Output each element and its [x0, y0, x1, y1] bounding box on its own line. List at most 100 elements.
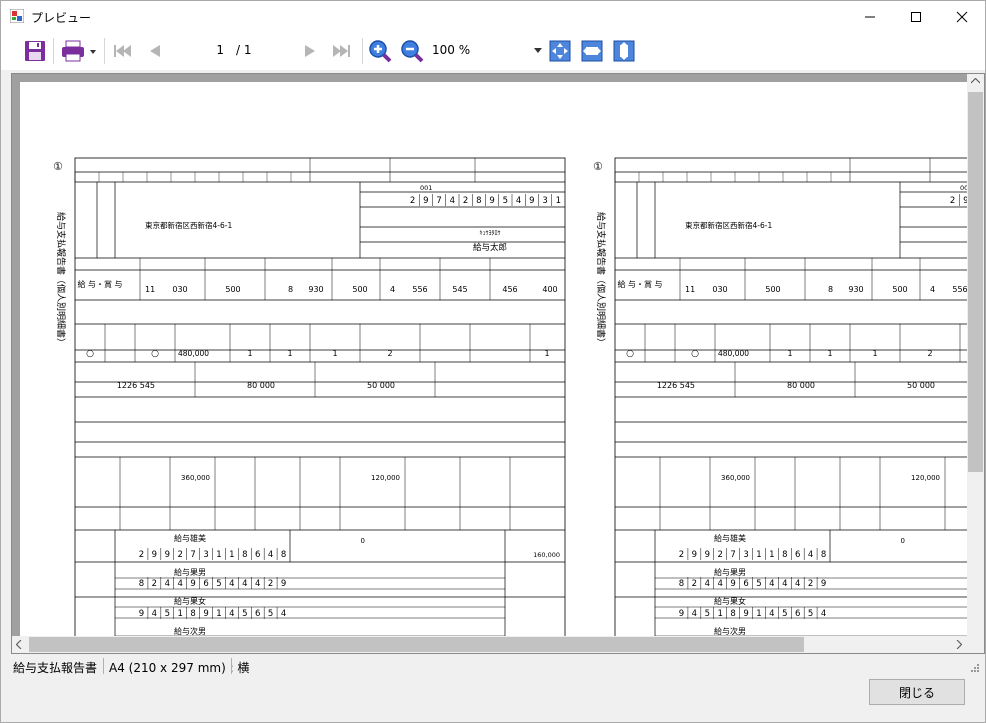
form-dependent-digit: 9	[203, 609, 208, 619]
title-bar: プレビュー	[1, 1, 985, 32]
form-dependent: ○	[691, 349, 699, 359]
form-pay-type: 給 与・賞 与	[617, 279, 662, 289]
form-amount: 4	[390, 285, 395, 294]
save-button[interactable]	[21, 37, 49, 65]
form-dependent-digit: 6	[743, 579, 748, 589]
form-dependent-digit: 6	[255, 609, 260, 619]
close-window-button[interactable]	[939, 1, 985, 32]
form-dependent-digit: 4	[255, 579, 260, 589]
total-pages: / 1	[236, 43, 252, 57]
report-copy: ①給与支払報告書（個人別明細書）東京都新宿区西新宿4-6-10012974289…	[593, 157, 967, 642]
form-spouse-digit: 7	[190, 550, 195, 560]
form-spouse-digit: 1	[769, 550, 774, 560]
form-pay-type: 給 与・賞 与	[77, 279, 122, 289]
form-spouse-digit: 2	[139, 550, 144, 560]
form-dependent-digit: 4	[165, 579, 170, 589]
minimize-button[interactable]	[847, 1, 893, 32]
zoom-in-button[interactable]	[367, 37, 393, 65]
scroll-left-icon	[16, 640, 22, 649]
report-copy: ①給与支払報告書（個人別明細書）東京都新宿区西新宿4-6-10012974289…	[53, 157, 566, 642]
fit-height-icon	[613, 40, 635, 62]
form-dependent-digit: 9	[679, 609, 684, 619]
form-dependent-name: 給与次男	[714, 626, 746, 636]
close-button[interactable]: 閉じる	[869, 679, 965, 705]
form-amount: 500	[225, 285, 240, 294]
form-person-digit: 5	[503, 196, 508, 206]
status-bar: 給与支払報告書 A4 (210 x 297 mm) : 横	[1, 654, 985, 678]
first-page-icon	[114, 45, 131, 57]
horizontal-scroll-thumb[interactable]	[29, 637, 804, 652]
next-page-button[interactable]	[297, 37, 323, 65]
form-dependent-digit: 8	[679, 579, 684, 589]
form-dependent-name: 給与果女	[174, 596, 206, 606]
form-dependent-digit: 4	[229, 579, 234, 589]
form-insurance-new: 360,000	[721, 474, 750, 482]
form-amount: 556	[412, 285, 427, 294]
fit-width-button[interactable]	[579, 37, 605, 65]
first-page-button[interactable]	[109, 37, 135, 65]
floppy-disk-icon	[25, 41, 45, 61]
form-dependent-digit: 4	[717, 579, 722, 589]
form-person-digit: 9	[489, 196, 494, 206]
form-social-insurance: 1226 545	[117, 381, 155, 390]
form-spouse-digit: 4	[268, 550, 273, 560]
form-spouse-digit: 6	[255, 550, 260, 560]
form-housing-deduction: 0	[901, 537, 905, 545]
form-dependent-digit: 4	[242, 579, 247, 589]
form-dependent: 1	[332, 349, 337, 358]
zoom-out-button[interactable]	[399, 37, 425, 65]
form-dependent: 480,000	[718, 349, 749, 358]
form-dependent-digit: 8	[730, 609, 735, 619]
previous-page-button[interactable]	[141, 37, 167, 65]
zoom-select[interactable]: 100 %	[428, 40, 544, 62]
form-dependent: ○	[626, 349, 634, 359]
form-dependent-digit: 6	[203, 579, 208, 589]
current-page-input[interactable]: 1	[172, 40, 230, 62]
form-life-insurance: 80 000	[247, 381, 275, 390]
form-amount: 930	[308, 285, 323, 294]
form-person-digit: 9	[423, 196, 428, 206]
form-dependent-digit: 8	[139, 579, 144, 589]
form-insurance-pension: 120,000	[911, 474, 940, 482]
vertical-scrollbar[interactable]	[967, 74, 984, 638]
form-social-insurance: 1226 545	[657, 381, 695, 390]
form-dependent: 1	[827, 349, 832, 358]
form-dependent-name: 給与次男	[174, 626, 206, 636]
form-person-digit: 8	[476, 196, 481, 206]
minimize-icon	[865, 16, 875, 17]
horizontal-scrollbar[interactable]	[12, 636, 967, 653]
last-page-icon	[333, 45, 350, 57]
print-button[interactable]	[59, 37, 99, 65]
maximize-button[interactable]	[893, 1, 939, 32]
form-person-digit: 4	[450, 196, 455, 206]
form-address: 東京都新宿区西新宿4-6-1	[145, 220, 232, 230]
form-spouse-digit: 9	[705, 550, 710, 560]
form-address: 東京都新宿区西新宿4-6-1	[685, 220, 772, 230]
form-dependent-digit: 1	[216, 609, 221, 619]
maximize-icon	[911, 11, 921, 22]
fit-height-button[interactable]	[611, 37, 637, 65]
window-title: プレビュー	[31, 11, 92, 25]
vertical-scroll-thumb[interactable]	[968, 92, 983, 472]
form-dependent-digit: 4	[769, 579, 774, 589]
form-dependent: 2	[387, 349, 392, 358]
form-earthquake-insurance: 50 000	[367, 381, 395, 390]
form-other-income: 160,000	[533, 551, 560, 559]
preview-window: プレビュー 1 / 1 100 % ① 給与支払報告書（個人別明細書） 東京都新…	[0, 0, 986, 723]
scroll-up-icon	[971, 78, 980, 84]
form-amount: 500	[352, 285, 367, 294]
zoom-in-icon	[369, 40, 392, 63]
form-number-label: 001	[420, 184, 432, 192]
last-page-button[interactable]	[329, 37, 355, 65]
form-dependent-digit: 2	[268, 579, 273, 589]
form-spouse-digit: 2	[177, 550, 182, 560]
page-mark: ①	[53, 160, 63, 173]
form-dependent-digit: 9	[139, 609, 144, 619]
chevron-down-icon	[534, 48, 542, 53]
resize-grip-icon	[971, 664, 979, 672]
form-housing-deduction: 0	[361, 537, 365, 545]
fit-page-button[interactable]	[547, 37, 573, 65]
form-dependent-digit: 1	[177, 609, 182, 619]
form-life-insurance: 80 000	[787, 381, 815, 390]
close-icon	[956, 11, 968, 22]
